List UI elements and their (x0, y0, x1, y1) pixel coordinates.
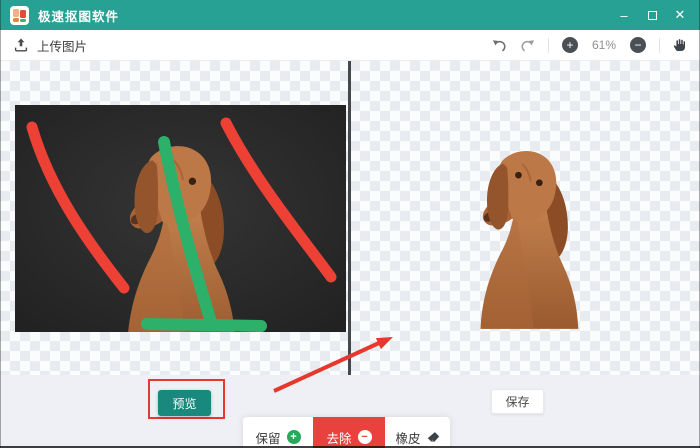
close-icon: ✕ (674, 7, 686, 22)
upload-label: 上传图片 (37, 39, 88, 54)
minimize-button[interactable]: – (616, 7, 632, 23)
undo-button[interactable] (492, 39, 507, 52)
upload-icon (14, 38, 28, 52)
zoom-level: 61% (591, 38, 617, 52)
eraser-button[interactable]: 橡皮 (385, 417, 450, 448)
plus-icon: + (566, 38, 574, 52)
window-controls: – ✕ (616, 7, 690, 23)
cutout-result-image (479, 150, 580, 330)
preview-button[interactable]: 预览 (158, 390, 211, 416)
hand-icon (673, 39, 685, 51)
save-button[interactable]: 保存 (491, 389, 544, 414)
app-logo-icon (10, 5, 29, 25)
original-image-panel[interactable] (15, 105, 346, 332)
toolbar-separator (659, 37, 660, 53)
toolbar: 上传图片 + 61% − (0, 30, 700, 61)
panel-divider[interactable] (348, 61, 351, 375)
toolbar-right: + 61% − (492, 37, 686, 53)
original-dog-photo (15, 105, 346, 332)
maximize-button[interactable] (644, 7, 660, 23)
titlebar: 极速抠图软件 – ✕ (0, 0, 700, 30)
keep-mark-horizontal (141, 318, 267, 332)
footer-bar: 预览 保存 保留 + 去除 − 橡皮 (0, 375, 700, 448)
zoom-out-button[interactable]: − (630, 37, 646, 53)
app-title: 极速抠图软件 (38, 9, 120, 24)
minus-circle-icon: − (357, 430, 372, 444)
eraser-icon (427, 432, 439, 442)
zoom-in-button[interactable]: + (562, 37, 578, 53)
close-button[interactable]: ✕ (672, 7, 688, 23)
minus-icon: − (634, 38, 642, 52)
keep-button[interactable]: 保留 + (243, 417, 313, 448)
redo-icon (521, 39, 535, 51)
eraser-label: 橡皮 (395, 431, 421, 446)
upload-image-button[interactable]: 上传图片 (14, 36, 87, 55)
minimize-icon: – (620, 7, 628, 23)
undo-icon (492, 39, 506, 51)
mark-tool-group: 保留 + 去除 − 橡皮 (243, 417, 450, 448)
app-window: 极速抠图软件 – ✕ 上传图片 + 61% − 预览 保存 保留 + 去除 − … (0, 0, 700, 448)
remove-button[interactable]: 去除 − (313, 417, 385, 448)
editor-canvas (0, 61, 700, 375)
maximize-icon (647, 10, 657, 20)
redo-button[interactable] (520, 39, 535, 52)
hand-tool-button[interactable] (673, 38, 686, 52)
plus-circle-icon: + (286, 430, 301, 444)
remove-label: 去除 (326, 431, 352, 446)
keep-label: 保留 (255, 431, 281, 446)
toolbar-separator (548, 37, 549, 53)
